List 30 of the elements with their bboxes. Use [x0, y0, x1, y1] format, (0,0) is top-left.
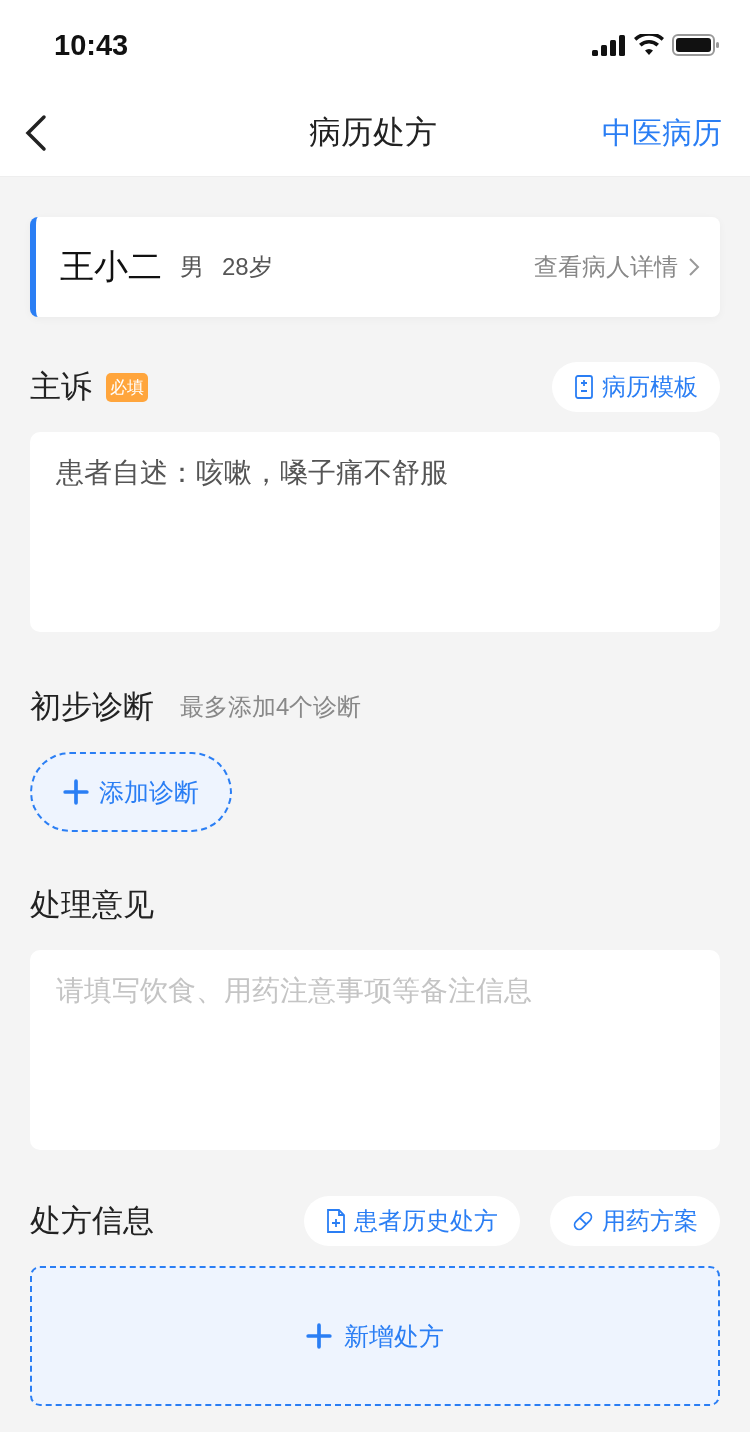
wifi-icon: [634, 34, 664, 56]
patient-name: 王小二: [60, 246, 162, 287]
pill-icon: [572, 1210, 594, 1232]
section-title: 主诉: [30, 368, 92, 406]
add-diagnosis-button[interactable]: 添加诊断: [30, 752, 232, 832]
advice-field[interactable]: 请填写饮食、用药注意事项等备注信息: [30, 950, 720, 1150]
template-button[interactable]: 病历模板: [552, 362, 720, 412]
patient-age: 28岁: [222, 252, 273, 282]
section-title: 处理意见: [30, 886, 154, 924]
battery-icon: [672, 34, 720, 56]
medication-plan-button[interactable]: 用药方案: [550, 1196, 720, 1246]
section-title: 处方信息: [30, 1202, 154, 1240]
complaint-field[interactable]: 患者自述：咳嗽，嗓子痛不舒服: [30, 432, 720, 632]
status-time: 10:43: [54, 28, 129, 62]
patient-details-link[interactable]: 查看病人详情: [534, 251, 700, 283]
plus-icon: [306, 1323, 332, 1349]
back-icon[interactable]: [24, 114, 48, 152]
tcm-record-link[interactable]: 中医病历: [602, 112, 722, 154]
section-title: 初步诊断: [30, 688, 154, 726]
plus-icon: [63, 779, 89, 805]
diagnosis-hint: 最多添加4个诊断: [180, 692, 362, 722]
document-plus-icon: [326, 1209, 346, 1233]
required-badge: 必填: [106, 372, 148, 402]
page-title: 病历处方: [309, 113, 437, 152]
signal-icon: [592, 34, 626, 56]
history-prescription-button[interactable]: 患者历史处方: [304, 1196, 520, 1246]
patient-gender: 男: [180, 252, 204, 282]
document-icon: [574, 375, 594, 399]
add-prescription-button[interactable]: 新增处方: [30, 1266, 720, 1406]
chevron-right-icon: [688, 257, 700, 277]
